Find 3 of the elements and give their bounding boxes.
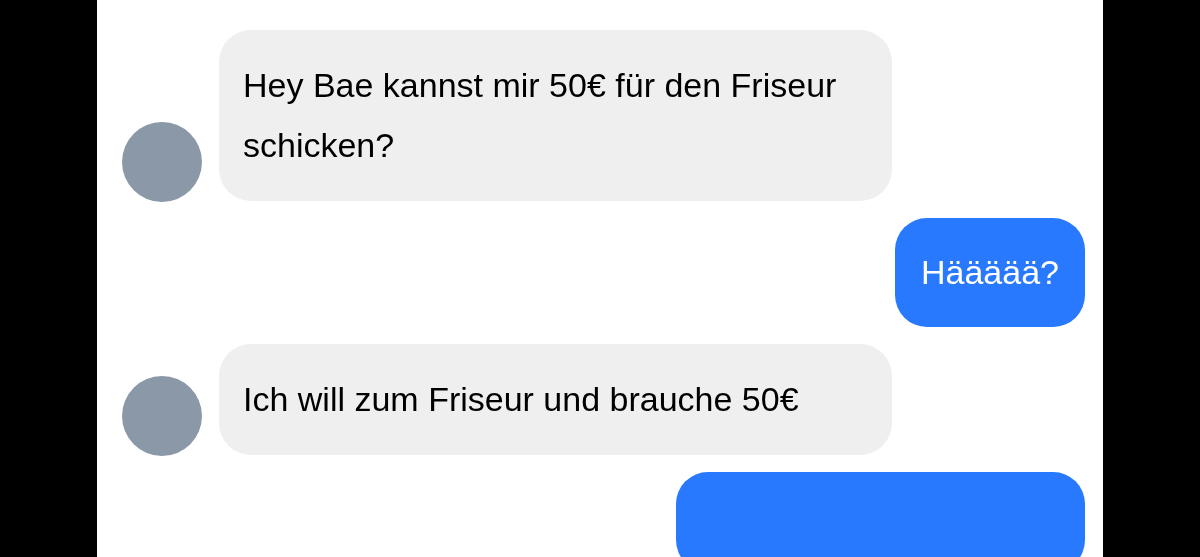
sent-message-bubble: Häääää? (895, 218, 1085, 327)
received-message-bubble: Hey Bae kannst mir 50€ für den Friseur schicken? (219, 30, 892, 201)
received-message-bubble: Ich will zum Friseur und brauche 50€ (219, 344, 892, 455)
